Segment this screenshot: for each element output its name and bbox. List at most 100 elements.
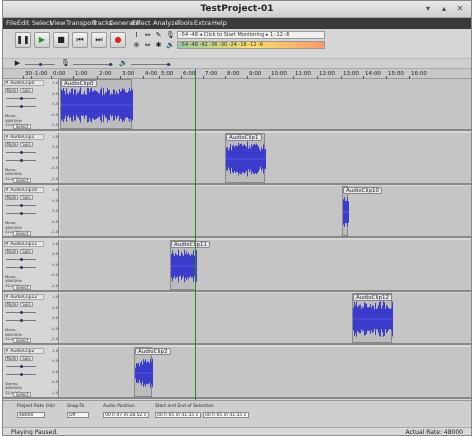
gain-slider[interactable]: [6, 364, 36, 368]
audio-clip[interactable]: AudioClip12: [352, 293, 393, 343]
gain-knob[interactable]: [20, 97, 23, 100]
track-control-panel[interactable]: ✕ AudioClip1 Mute Solo Mono, 48000Hz 32-bit…: [3, 132, 59, 183]
track-select-button[interactable]: Select: [13, 391, 31, 397]
track-control-panel[interactable]: ✕ AudioClip11 Mute Solo Mono, 48000Hz 32-bi…: [3, 239, 59, 290]
pause-button[interactable]: ❚❚: [15, 32, 31, 48]
multi-tool-icon[interactable]: ✱: [154, 41, 163, 50]
project-rate-select[interactable]: 48000: [17, 412, 45, 418]
mute-button[interactable]: Mute: [5, 195, 18, 200]
clip-name-label[interactable]: AudioClip2: [135, 347, 171, 355]
record-button[interactable]: ●: [110, 32, 126, 48]
track-waveform-area[interactable]: AudioClip1: [60, 132, 471, 183]
pan-knob[interactable]: [20, 212, 23, 215]
solo-button[interactable]: Solo: [20, 88, 33, 93]
audio-clip[interactable]: AudioClip10: [342, 186, 383, 236]
stop-button[interactable]: ■: [53, 32, 69, 48]
track-control-panel[interactable]: ✕ AudioClip2 Mute Solo Stereo, 48000Hz 32-b…: [3, 346, 59, 397]
track-select-button[interactable]: Select: [13, 124, 31, 129]
mute-button[interactable]: Mute: [5, 248, 18, 254]
gain-knob[interactable]: [20, 204, 23, 207]
selection-end-field[interactable]: 00 h 05 m 41.55 s: [203, 412, 249, 418]
clip-name-label[interactable]: AudioClip1: [226, 133, 262, 141]
mute-button[interactable]: Mute: [5, 355, 18, 361]
pan-knob[interactable]: [20, 105, 23, 108]
close-icon[interactable]: ✕: [455, 4, 465, 14]
solo-button[interactable]: Solo: [20, 141, 33, 147]
selection-start-field[interactable]: 00 h 05 m 41.55 s: [155, 412, 201, 418]
gain-slider[interactable]: [6, 97, 36, 100]
selection-tool-icon[interactable]: I: [132, 31, 141, 40]
menu-effect[interactable]: Effect: [132, 19, 151, 27]
track-name-button[interactable]: ✕ AudioClip10: [4, 187, 44, 193]
clip-name-label[interactable]: AudioClip10: [343, 187, 383, 194]
record-volume-knob[interactable]: [109, 63, 112, 66]
pan-knob[interactable]: [20, 265, 23, 269]
track-name-button[interactable]: ✕ AudioClip1: [4, 133, 44, 140]
pan-slider[interactable]: [6, 105, 36, 108]
track-select-button[interactable]: Select: [13, 177, 31, 183]
track-waveform-area[interactable]: AudioClip2: [60, 346, 471, 397]
gain-slider[interactable]: [6, 257, 36, 261]
track-select-button[interactable]: Select: [13, 284, 31, 290]
track-name-button[interactable]: ✕ AudioClip12: [4, 294, 44, 300]
track-name-button[interactable]: ✕ AudioClip11: [4, 240, 44, 247]
menu-analyze[interactable]: Analyze: [153, 19, 179, 27]
solo-button[interactable]: Solo: [20, 248, 33, 254]
pan-slider[interactable]: [6, 212, 36, 215]
gain-knob[interactable]: [20, 364, 23, 368]
clip-name-label[interactable]: AudioClip12: [353, 294, 393, 301]
pan-slider[interactable]: [6, 158, 36, 162]
track-name-button[interactable]: ✕ AudioClip2: [4, 347, 44, 354]
menu-tools[interactable]: Tools: [177, 19, 193, 27]
audio-clip[interactable]: AudioClip2: [134, 346, 171, 397]
mute-button[interactable]: Mute: [5, 88, 18, 93]
track-select-button[interactable]: Select: [13, 231, 31, 236]
clip-name-label[interactable]: AudioClip0: [61, 80, 97, 87]
solo-button[interactable]: Solo: [20, 302, 33, 307]
play-speed-slider[interactable]: [25, 63, 55, 66]
skip-start-button[interactable]: ⏮: [72, 32, 88, 48]
pan-slider[interactable]: [6, 372, 36, 376]
pan-knob[interactable]: [20, 158, 23, 162]
record-volume-slider[interactable]: [73, 63, 113, 66]
track-waveform-area[interactable]: AudioClip0: [60, 79, 471, 129]
playback-meter[interactable]: -54 -48 -42 -36 -30 -24 -18 -12 -6: [177, 41, 325, 49]
timeshift-tool-icon[interactable]: ⇔: [143, 41, 152, 50]
track-name-button[interactable]: ✕ AudioClip0: [4, 80, 44, 86]
audio-position-field[interactable]: 00 h 07 m 28.52 s: [103, 412, 149, 418]
mute-button[interactable]: Mute: [5, 141, 18, 147]
skip-end-button[interactable]: ⏭: [91, 32, 107, 48]
audio-clip[interactable]: AudioClip11: [170, 239, 211, 290]
menu-edit[interactable]: Edit: [17, 19, 30, 27]
minimize-icon[interactable]: ▾: [423, 4, 433, 14]
track-waveform-area[interactable]: AudioClip11: [60, 239, 471, 290]
snap-to-select[interactable]: Off: [67, 412, 89, 418]
maximize-icon[interactable]: ▴: [439, 4, 449, 14]
menu-extra[interactable]: Extra: [194, 19, 211, 27]
solo-button[interactable]: Solo: [20, 195, 33, 200]
audio-clip[interactable]: AudioClip0: [60, 79, 133, 129]
gain-slider[interactable]: [6, 311, 36, 314]
menu-file[interactable]: File: [6, 19, 17, 27]
pan-slider[interactable]: [6, 319, 36, 322]
zoom-tool-icon[interactable]: ⊕: [132, 41, 141, 50]
pan-slider[interactable]: [6, 265, 36, 269]
play-at-speed-icon[interactable]: ▶: [13, 59, 22, 68]
mute-button[interactable]: Mute: [5, 302, 18, 307]
track-waveform-area[interactable]: AudioClip12: [60, 293, 471, 343]
pan-knob[interactable]: [20, 372, 23, 376]
track-control-panel[interactable]: ✕ AudioClip12 Mute Solo Mono, 48000Hz 32-bi…: [3, 293, 59, 343]
pan-knob[interactable]: [20, 319, 23, 322]
gain-slider[interactable]: [6, 150, 36, 154]
timeline-ruler[interactable]: 30 -1:00 0:00 1:00 2:00 3:00 4:00 5:00 6:00 7:00 8…: [3, 69, 471, 79]
audio-clip[interactable]: AudioClip1: [225, 132, 266, 183]
track-waveform-area[interactable]: AudioClip10: [60, 186, 471, 236]
gain-knob[interactable]: [20, 311, 23, 314]
track-select-button[interactable]: Select: [13, 338, 31, 343]
play-speed-knob[interactable]: [39, 63, 42, 66]
gain-knob[interactable]: [20, 150, 23, 154]
track-control-panel[interactable]: ✕ AudioClip10 Mute Solo Mono, 48000Hz 32-bi…: [3, 186, 59, 236]
gain-knob[interactable]: [20, 257, 23, 261]
clip-name-label[interactable]: AudioClip11: [171, 240, 211, 248]
record-meter[interactable]: -54 -48 ◂ Click to Start Monitoring ▸ 1 …: [177, 31, 325, 39]
